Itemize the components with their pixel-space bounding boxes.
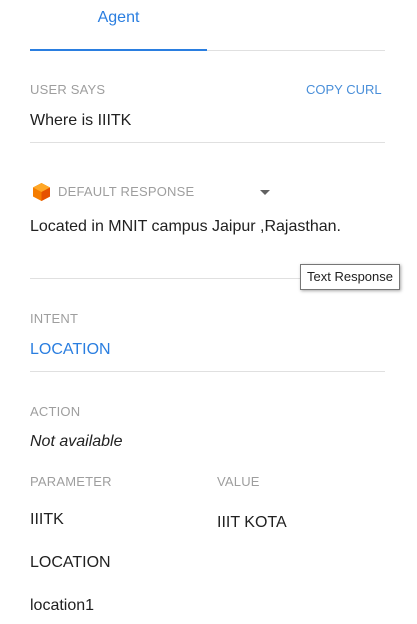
agent-response-panel: Agent USER SAYS COPY CURL Where is IIITK…: [0, 0, 417, 624]
parameter-header: PARAMETER: [30, 474, 112, 489]
parameter-name: IIITK: [30, 511, 64, 528]
copy-curl-link[interactable]: COPY CURL: [306, 82, 382, 97]
divider: [30, 142, 385, 143]
text-response-tooltip: Text Response: [300, 264, 400, 290]
tab-agent[interactable]: Agent: [30, 0, 207, 51]
divider: [30, 278, 300, 279]
tab-agent-label: Agent: [97, 9, 140, 26]
response-text: Located in MNIT campus Jaipur ,Rajasthan…: [30, 218, 341, 235]
divider: [30, 371, 385, 372]
default-response-label: DEFAULT RESPONSE: [58, 184, 195, 199]
action-label: ACTION: [30, 404, 81, 419]
cube-icon: [33, 183, 50, 201]
parameter-name: LOCATION: [30, 554, 111, 571]
user-says-text: Where is IIITK: [30, 112, 132, 129]
parameter-name: location1: [30, 597, 95, 614]
value-header: VALUE: [217, 474, 260, 489]
tab-bar: Agent: [30, 0, 385, 51]
parameter-value: IIIT KOTA: [217, 514, 287, 531]
intent-label: INTENT: [30, 311, 79, 326]
dropdown-arrow-icon[interactable]: [259, 186, 271, 198]
action-value: Not available: [30, 433, 123, 450]
user-says-label: USER SAYS: [30, 82, 106, 97]
intent-value-link[interactable]: LOCATION: [30, 341, 111, 359]
tab-active-indicator: [30, 49, 207, 51]
